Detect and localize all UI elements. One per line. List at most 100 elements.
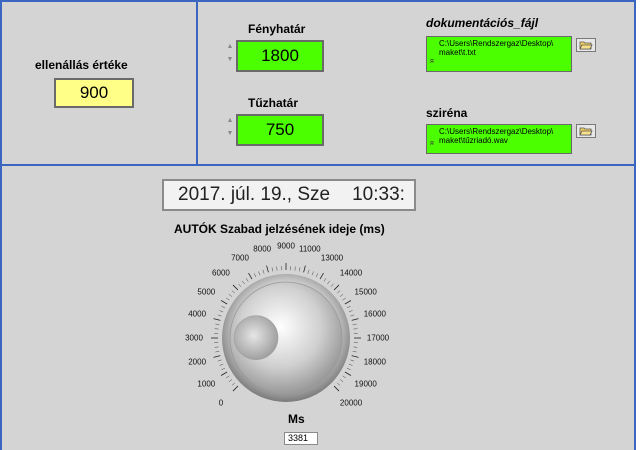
- knob-minor-tick: [217, 359, 222, 362]
- knob-minor-tick: [346, 305, 351, 309]
- knob-minor-tick: [219, 363, 224, 366]
- knob-minor-tick: [262, 269, 265, 274]
- folder-open-icon: [579, 41, 593, 50]
- knob-tick-label: 3000: [185, 333, 203, 343]
- knob-tick-label: 0: [218, 398, 224, 408]
- siren-label: sziréna: [426, 106, 468, 120]
- knob-minor-tick: [219, 310, 224, 313]
- knob-tick-label: 14000: [339, 268, 363, 278]
- knob-minor-tick: [339, 379, 344, 383]
- knob-minor-tick: [307, 269, 310, 274]
- knob-major-tick: [303, 265, 306, 273]
- doc-file-path[interactable]: ᴙ C:\Users\Rendszergaz\Desktop\ maket\t.…: [426, 36, 572, 72]
- knob-minor-tick: [323, 277, 327, 282]
- ms-unit-label: Ms: [288, 412, 305, 426]
- knob-minor-tick: [342, 297, 347, 301]
- knob-minor-tick: [342, 375, 347, 379]
- knob-major-tick: [344, 371, 352, 376]
- knob-tick-label: 13000: [320, 253, 344, 263]
- knob-major-tick: [220, 300, 228, 305]
- knob-minor-tick: [214, 346, 219, 348]
- fire-threshold-input[interactable]: 750: [236, 114, 324, 146]
- spinner-up-icon[interactable]: ▲: [226, 114, 234, 127]
- knob-minor-tick: [311, 271, 314, 276]
- siren-browse-button[interactable]: [576, 124, 596, 138]
- folder-open-icon: [579, 127, 593, 136]
- spinner-down-icon[interactable]: ▼: [226, 53, 234, 66]
- spinner-down-icon[interactable]: ▼: [226, 127, 234, 140]
- knob-tick-label: 11000: [298, 244, 321, 254]
- knob-minor-tick: [221, 305, 226, 309]
- knob-minor-tick: [299, 267, 301, 272]
- knob-minor-tick: [214, 328, 219, 330]
- knob-minor-tick: [350, 314, 355, 317]
- siren-path-line2: maket\tűzriadó.wav: [439, 136, 508, 145]
- knob-minor-tick: [228, 379, 233, 383]
- path-symbol-icon: ᴙ: [430, 140, 434, 147]
- knob-minor-tick: [327, 280, 331, 285]
- light-threshold-label: Fényhatár: [248, 22, 306, 36]
- knob-minor-tick: [339, 293, 344, 297]
- knob-minor-tick: [353, 346, 358, 348]
- knob-tick-label: 1000: [197, 379, 216, 389]
- knob-minor-tick: [215, 323, 220, 325]
- siren-file-path[interactable]: ᴙ C:\Users\Rendszergaz\Desktop\ maket\tű…: [426, 124, 572, 154]
- knob-major-tick: [333, 284, 340, 291]
- knob-minor-tick: [336, 290, 341, 294]
- knob-major-tick: [220, 371, 228, 376]
- light-threshold-spinner[interactable]: ▲ ▼: [226, 40, 234, 68]
- knob-minor-tick: [294, 266, 296, 271]
- datetime-display: 2017. júl. 19., Sze 10:33:: [162, 179, 416, 211]
- knob-major-tick: [213, 318, 221, 321]
- knob-major-tick: [351, 318, 359, 321]
- knob-minor-tick: [271, 267, 273, 272]
- knob-minor-tick: [221, 367, 226, 371]
- siren-path-line1: C:\Users\Rendszergaz\Desktop\: [439, 127, 554, 136]
- knob-minor-tick: [276, 266, 278, 271]
- doc-file-path-line2: maket\t.txt: [439, 48, 476, 57]
- knob-minor-tick: [336, 382, 341, 386]
- knob-minor-tick: [352, 351, 357, 353]
- spinner-up-icon[interactable]: ▲: [226, 40, 234, 53]
- knob-minor-tick: [346, 367, 351, 371]
- doc-file-browse-button[interactable]: [576, 38, 596, 52]
- knob-tick-label: 18000: [363, 357, 386, 367]
- knob-minor-tick: [225, 375, 230, 379]
- doc-file-path-line1: C:\Users\Rendszergaz\Desktop\: [439, 39, 554, 48]
- knob-minor-tick: [231, 382, 236, 386]
- knob-tick-label: 16000: [363, 309, 386, 319]
- knob-minor-tick: [238, 283, 242, 288]
- doc-file-label: dokumentációs_fájl: [426, 16, 539, 30]
- knob-tick-label: 9000: [277, 241, 295, 251]
- knob-minor-tick: [215, 351, 220, 353]
- knob-minor-tick: [225, 297, 230, 301]
- fire-threshold-spinner[interactable]: ▲ ▼: [226, 114, 234, 142]
- settings-panel: Fényhatár ▲ ▼ 1800 Tűzhatár ▲ ▼ 750 dokume…: [196, 0, 636, 166]
- knob-pointer-dimple[interactable]: [233, 315, 279, 360]
- knob-major-tick: [351, 355, 359, 358]
- knob-major-tick: [319, 272, 324, 280]
- knob-minor-tick: [241, 280, 245, 285]
- knob-minor-tick: [330, 283, 334, 288]
- knob-minor-tick: [245, 277, 249, 282]
- knob-tick-label: 17000: [366, 333, 390, 343]
- resistance-label: ellenállás értéke: [35, 58, 128, 72]
- knob-tick-label: 15000: [354, 287, 377, 297]
- knob-major-tick: [213, 355, 221, 358]
- knob-minor-tick: [348, 363, 353, 366]
- knob-major-tick: [232, 284, 239, 291]
- knob-minor-tick: [231, 290, 236, 294]
- date-text: 2017. júl. 19., Sze: [178, 184, 331, 205]
- knob-title: AUTÓK Szabad jelzésének ideje (ms): [174, 222, 385, 236]
- knob-tick-label: 5000: [197, 287, 216, 297]
- knob-tick-label: 8000: [253, 244, 272, 254]
- knob-tick-label: 19000: [354, 379, 377, 389]
- knob-tick-label: 6000: [212, 268, 230, 278]
- knob-minor-tick: [350, 359, 355, 362]
- knob-minor-tick: [258, 271, 261, 276]
- knob-minor-tick: [217, 314, 222, 317]
- light-threshold-input[interactable]: 1800: [236, 40, 324, 72]
- knob-minor-tick: [315, 273, 319, 278]
- knob-minor-tick: [352, 323, 357, 325]
- ms-value-readout: 3381: [284, 432, 318, 445]
